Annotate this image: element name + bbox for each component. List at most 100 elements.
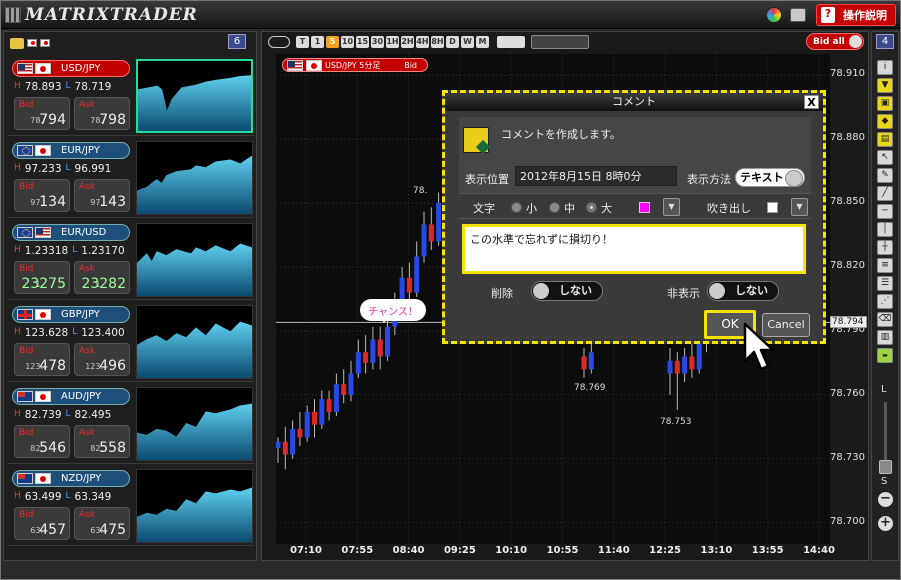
fibonacci-tool-icon[interactable]: ☰ [877, 276, 893, 291]
pair-badge[interactable]: AUD/JPY [12, 388, 130, 405]
candle-body [667, 360, 673, 374]
timeframe-m[interactable]: M [476, 36, 489, 48]
close-icon[interactable]: X [804, 95, 819, 109]
bid-button[interactable]: Bid 82. 546 [14, 425, 70, 458]
help-button[interactable]: ? 操作説明 [816, 4, 896, 26]
pair-badge[interactable]: NZD/JPY [12, 470, 130, 487]
zoom-in-button[interactable]: + [878, 516, 893, 531]
folder-icon[interactable] [10, 37, 24, 49]
trendline-tool-icon[interactable]: ╱ [877, 186, 893, 201]
yellow-tool-icon[interactable]: ▼ [877, 78, 893, 93]
timeframe-w[interactable]: W [461, 36, 474, 48]
timeframe-8h[interactable]: 8H [431, 36, 444, 48]
printer-icon[interactable] [790, 8, 806, 22]
bid-label: Bid [19, 100, 34, 110]
sparkline-chart[interactable] [136, 223, 253, 297]
pair-card-nzd-jpy[interactable]: NZD/JPY H 63.499 L 63.349 Bid 63. 457 Ask 63. 475 [8, 466, 254, 546]
timeframe-2h[interactable]: 2H [401, 36, 414, 48]
size-large-radio[interactable] [586, 202, 597, 213]
ask-button[interactable]: Ask 63. 475 [74, 507, 130, 540]
size-medium-radio[interactable] [549, 202, 560, 213]
delete-toggle[interactable]: しない [531, 281, 603, 301]
green-tool-icon[interactable]: ▬ [877, 348, 893, 363]
display-mode-toggle[interactable]: テキスト [735, 168, 805, 187]
hide-toggle[interactable]: しない [707, 281, 779, 301]
bid-button[interactable]: Bid 1. 23275 [14, 261, 70, 294]
pen-tool-icon[interactable]: ✎ [877, 168, 893, 183]
ask-button[interactable]: Ask 123. 496 [74, 343, 130, 376]
chart-type-icon[interactable] [497, 36, 525, 48]
sparkline-chart[interactable] [136, 387, 253, 461]
channel-tool-icon[interactable]: ≡ [877, 258, 893, 273]
bid-button[interactable]: Bid 123. 478 [14, 343, 70, 376]
comment-tool-icon[interactable]: ▤ [877, 132, 893, 147]
bubble-color-swatch[interactable] [767, 202, 778, 213]
zoom-out-button[interactable]: − [878, 492, 893, 507]
bell-tool-icon[interactable]: ◆ [877, 114, 893, 129]
fan-tool-icon[interactable]: ⋰ [877, 294, 893, 309]
timeframe-1[interactable]: 1 [311, 36, 324, 48]
ask-button[interactable]: Ask 1. 23282 [74, 261, 130, 294]
bid-value: 478 [39, 358, 66, 374]
bid-label: Bid [19, 346, 34, 356]
bid-button[interactable]: Bid 97. 134 [14, 179, 70, 212]
trash-tool-icon[interactable]: ▥ [877, 330, 893, 345]
timeframe-30[interactable]: 30 [371, 36, 384, 48]
nz-flag-icon [17, 473, 33, 484]
pair-badge[interactable]: GBP/JPY [12, 306, 130, 323]
timeframe-d[interactable]: D [446, 36, 459, 48]
high-label: H [14, 409, 21, 419]
cross-tool-icon[interactable]: ┼ [877, 240, 893, 255]
pair-badge[interactable]: EUR/USD [12, 224, 130, 241]
position-field[interactable]: 2012年8月15日 8時0分 [515, 166, 677, 186]
comment-text-input[interactable]: この水準で忘れずに損切り！ [462, 224, 806, 274]
sparkline-chart[interactable] [136, 469, 253, 543]
timeframe-15[interactable]: 15 [356, 36, 369, 48]
sparkline-chart[interactable] [136, 141, 253, 215]
chart-comment-bubble[interactable]: チャンス！ [360, 299, 426, 323]
candle-body [421, 224, 427, 257]
vline-tool-icon[interactable]: │ [877, 222, 893, 237]
timeframe-5[interactable]: 5 [326, 36, 339, 48]
chart-style-dropdown[interactable] [531, 35, 589, 49]
ask-button[interactable]: Ask 82. 558 [74, 425, 130, 458]
text-color-dropdown-icon[interactable]: ▼ [663, 198, 680, 216]
size-small-radio[interactable] [511, 202, 522, 213]
chart-toolbar: T 1 5 10 15 30 1H 2H 4H 8H D W M [262, 32, 868, 52]
timeframe-10[interactable]: 10 [341, 36, 354, 48]
low-label: L [65, 491, 71, 501]
info-tool-icon[interactable]: i [877, 60, 893, 75]
magnifier-icon[interactable] [268, 36, 290, 48]
image-tool-icon[interactable]: ▣ [877, 96, 893, 111]
pair-card-usd-jpy[interactable]: USD/JPY H 78.893 L 78.719 Bid 78. 794 Ask 78. 798 [8, 56, 254, 136]
color-palette-icon[interactable] [766, 7, 782, 23]
bid-button[interactable]: Bid 78. 794 [14, 97, 70, 130]
high-value: 97.233 [24, 163, 62, 175]
pair-card-gbp-jpy[interactable]: GBP/JPY H 123.628 L 123.400 Bid 123. 478 Ask 123.… [8, 302, 254, 382]
text-color-swatch[interactable] [639, 202, 650, 213]
timeframe-buttons: T 1 5 10 15 30 1H 2H 4H 8H D W M [296, 36, 489, 48]
timeframe-1h[interactable]: 1H [386, 36, 399, 48]
price-tick-label: 78.820 [830, 260, 865, 272]
sparkline-chart[interactable] [136, 59, 253, 133]
us-flag-icon [35, 227, 51, 238]
pair-card-eur-usd[interactable]: EUR/USD H 1.23318 L 1.23170 Bid 1. 23275 Ask 1. 23… [8, 220, 254, 300]
pair-card-eur-jpy[interactable]: EUR/JPY H 97.233 L 96.991 Bid 97. 134 Ask 97. 143 [8, 138, 254, 218]
low-label: L [65, 409, 71, 419]
zoom-slider-thumb[interactable] [879, 460, 892, 474]
pair-badge[interactable]: EUR/JPY [12, 142, 130, 159]
bubble-color-dropdown-icon[interactable]: ▼ [791, 198, 808, 216]
high-label: H [14, 81, 21, 91]
ask-button[interactable]: Ask 78. 798 [74, 97, 130, 130]
pair-badge[interactable]: USD/JPY [12, 60, 130, 77]
hline-tool-icon[interactable]: ─ [877, 204, 893, 219]
eraser-tool-icon[interactable]: ⌫ [877, 312, 893, 327]
cursor-tool-icon[interactable]: ↖ [877, 150, 893, 165]
timeframe-4h[interactable]: 4H [416, 36, 429, 48]
timeframe-t[interactable]: T [296, 36, 309, 48]
ask-button[interactable]: Ask 97. 143 [74, 179, 130, 212]
bid-all-toggle[interactable]: Bid all [806, 33, 864, 50]
pair-card-aud-jpy[interactable]: AUD/JPY H 82.739 L 82.495 Bid 82. 546 Ask 82. 558 [8, 384, 254, 464]
sparkline-chart[interactable] [136, 305, 253, 379]
bid-button[interactable]: Bid 63. 457 [14, 507, 70, 540]
